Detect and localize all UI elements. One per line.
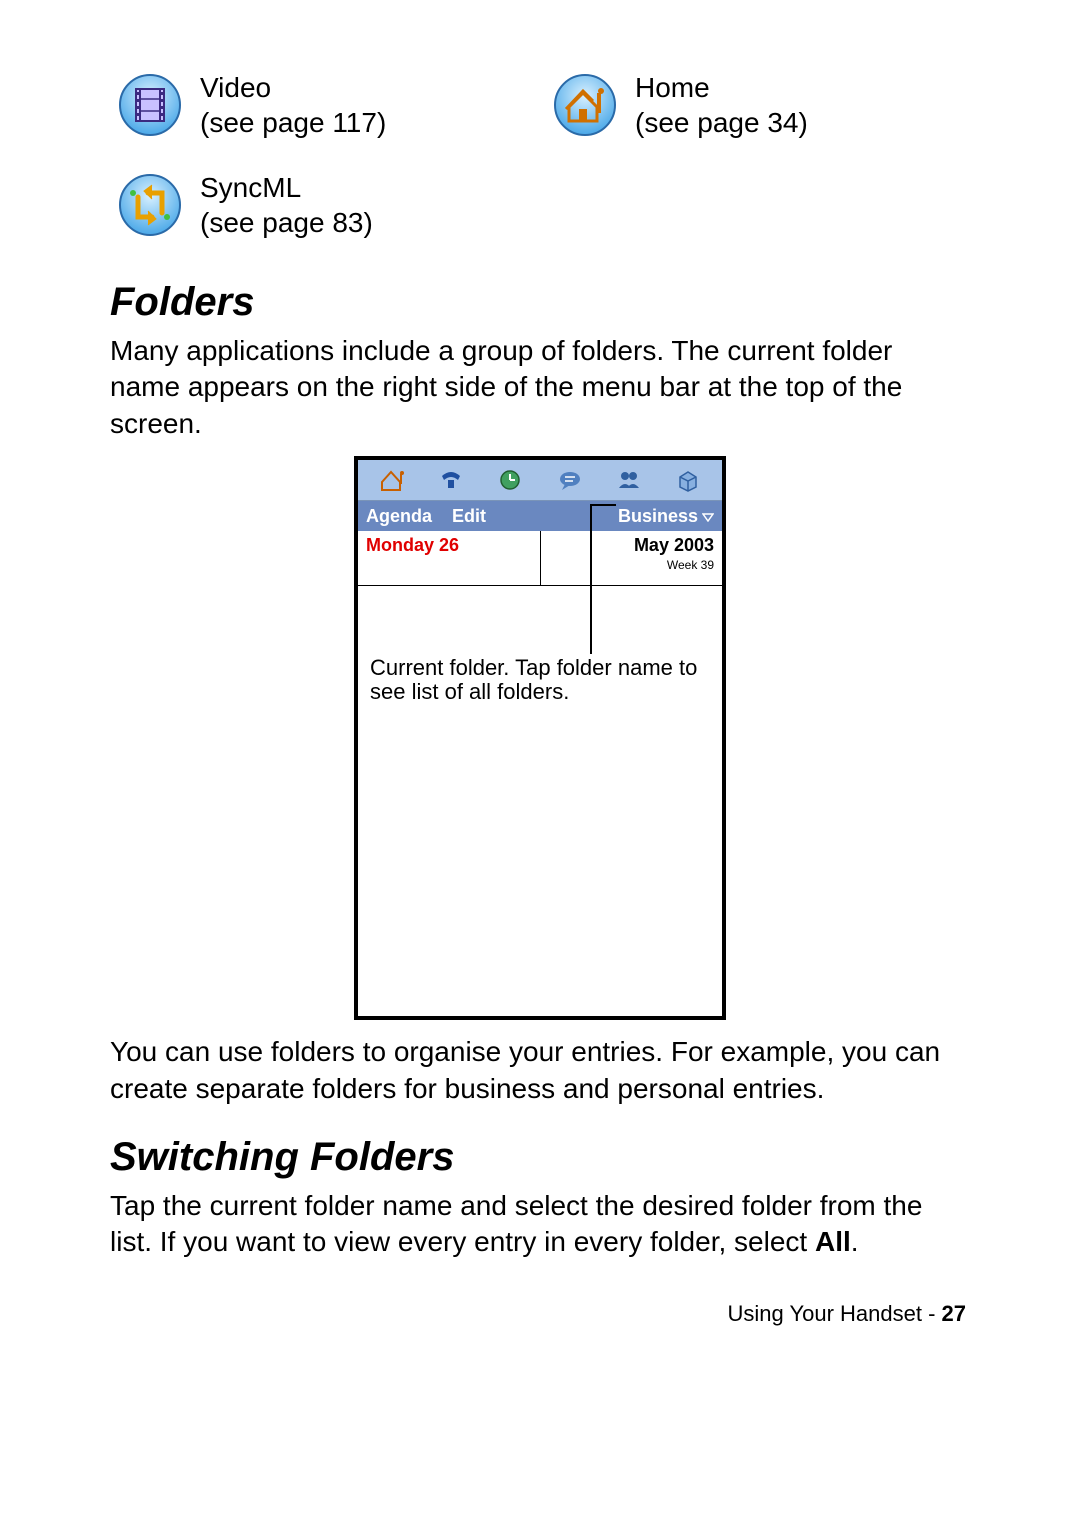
app-icon-grid: Video (see page 117) Home: [110, 70, 970, 240]
menu-agenda[interactable]: Agenda: [366, 506, 432, 527]
device-status-bar: [358, 460, 722, 501]
folder-name: Business: [618, 506, 698, 527]
video-title: Video: [200, 72, 271, 103]
status-contacts-icon: [616, 468, 642, 492]
status-home-icon: [379, 468, 405, 492]
status-box-icon: [675, 468, 701, 492]
device-menu-bar: Agenda Edit Business: [358, 501, 722, 531]
callout-line-vertical: [590, 504, 592, 654]
switching-folders-paragraph: Tap the current folder name and select t…: [110, 1188, 970, 1261]
date-day: Monday 26: [366, 535, 459, 585]
chevron-down-icon: [702, 506, 714, 527]
home-ref: (see page 34): [635, 107, 808, 138]
status-phone-icon: [438, 468, 464, 492]
home-label: Home (see page 34): [635, 70, 970, 140]
folder-dropdown[interactable]: Business: [618, 506, 714, 527]
switching-folders-heading: Switching Folders: [110, 1135, 970, 1180]
status-message-icon: [557, 468, 583, 492]
device-date-row: Monday 26 May 2003 Week 39: [358, 531, 722, 586]
folders-paragraph-2: You can use folders to organise your ent…: [110, 1034, 970, 1107]
switching-text-bold: All: [815, 1226, 851, 1257]
status-clock-icon: [497, 468, 523, 492]
menu-edit[interactable]: Edit: [452, 506, 486, 527]
switching-text-a: Tap the current folder name and select t…: [110, 1190, 922, 1257]
footer-page-number: 27: [942, 1301, 966, 1326]
footer-label: Using Your Handset -: [727, 1301, 941, 1326]
video-icon: [110, 73, 190, 137]
switching-text-b: .: [851, 1226, 859, 1257]
home-icon: [545, 73, 625, 137]
callout-line-horizontal: [590, 504, 616, 506]
folders-heading: Folders: [110, 280, 970, 325]
device-screenshot: Agenda Edit Business Monday 26 May 2003 …: [354, 456, 726, 1020]
date-week: Week 39: [634, 558, 714, 572]
video-ref: (see page 117): [200, 107, 386, 138]
video-label: Video (see page 117): [200, 70, 535, 140]
page-footer: Using Your Handset - 27: [110, 1301, 970, 1327]
callout-text: Current folder. Tap folder name to see l…: [370, 656, 710, 704]
syncml-label: SyncML (see page 83): [200, 170, 535, 240]
syncml-title: SyncML: [200, 172, 301, 203]
date-month: May 2003: [634, 535, 714, 555]
home-title: Home: [635, 72, 710, 103]
syncml-icon: [110, 173, 190, 237]
folders-paragraph-1: Many applications include a group of fol…: [110, 333, 970, 442]
syncml-ref: (see page 83): [200, 207, 373, 238]
